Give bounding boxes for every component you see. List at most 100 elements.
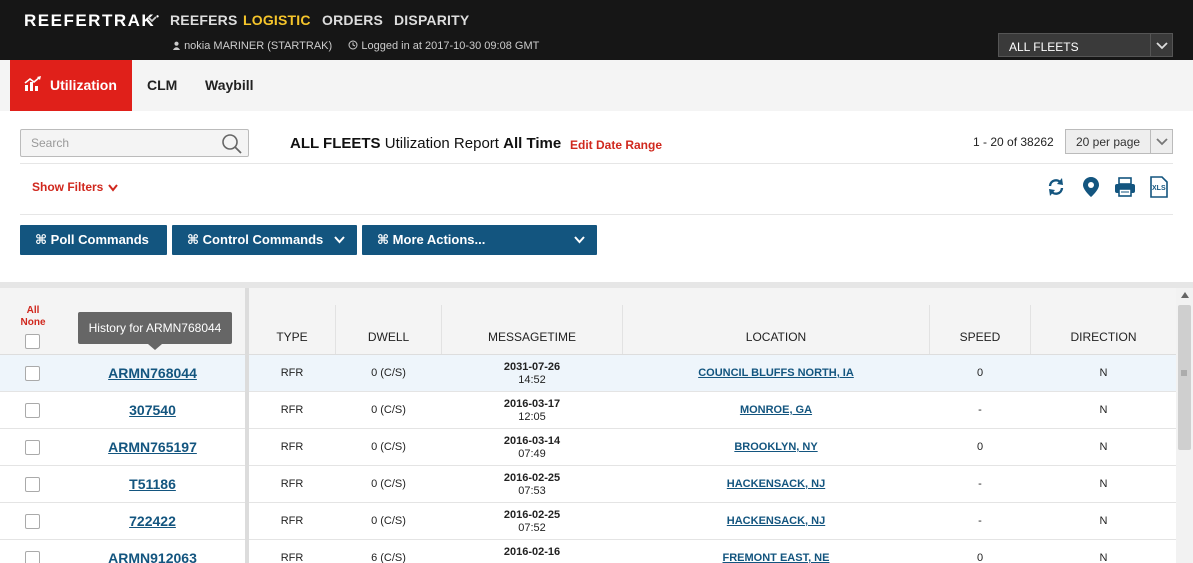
dwell-cell: 0 (C/S) <box>371 404 406 416</box>
scroll-up-arrow-icon[interactable] <box>1181 292 1189 298</box>
refresh-icon[interactable] <box>1044 175 1068 199</box>
report-title: ALL FLEETS Utilization Report All Time <box>290 135 561 152</box>
per-page-toggle[interactable] <box>1150 130 1172 153</box>
row-checkbox[interactable] <box>25 366 40 381</box>
row-checkbox[interactable] <box>25 477 40 492</box>
chart-icon <box>24 76 41 91</box>
location-link[interactable]: COUNCIL BLUFFS NORTH, IA <box>623 367 929 379</box>
select-none-link[interactable]: None <box>19 317 47 329</box>
report-range: All Time <box>503 135 562 152</box>
brand-name: REEFERTRAK <box>24 11 156 30</box>
column-header-speed[interactable]: SPEED <box>930 330 1030 344</box>
row-checkbox[interactable] <box>25 514 40 529</box>
scrollbar-thumb[interactable] <box>1178 305 1191 450</box>
show-filters-toggle[interactable]: Show Filters <box>32 180 119 194</box>
speed-cell: 0 <box>976 441 984 453</box>
divider <box>20 214 1173 215</box>
nav-orders[interactable]: ORDERS <box>322 12 383 28</box>
type-cell: RFR <box>280 367 304 379</box>
message-date: 2031-07-26 <box>503 361 561 373</box>
table-header-right <box>249 288 1176 355</box>
unit-id-link[interactable]: ARMN768044 <box>60 365 245 381</box>
message-time: 14:52 <box>518 374 546 386</box>
clock-icon <box>348 40 358 50</box>
tab-waybill[interactable]: Waybill <box>205 60 254 111</box>
per-page-value: 20 per page <box>1076 135 1141 149</box>
message-time: 07:53 <box>518 485 546 497</box>
map-pin-icon[interactable] <box>1079 175 1103 199</box>
unit-id-link[interactable]: 307540 <box>60 402 245 418</box>
search-icon[interactable] <box>220 132 244 156</box>
dwell-cell: 6 (C/S) <box>371 552 406 563</box>
row-checkbox[interactable] <box>25 551 40 563</box>
tab-utilization[interactable]: Utilization <box>10 60 132 111</box>
column-header-dwell[interactable]: DWELL <box>336 330 441 344</box>
messagetime-cell: 2031-07-26 14:52 <box>442 361 622 387</box>
direction-cell: N <box>1099 478 1108 490</box>
fleet-select-toggle[interactable] <box>1150 34 1172 56</box>
brand-logo[interactable]: REEFERTRAK• <box>24 11 160 31</box>
nav-reefers[interactable]: REEFERS <box>170 12 238 28</box>
dwell-cell: 0 (C/S) <box>371 367 406 379</box>
select-all-none: All None <box>19 305 47 329</box>
column-header-messagetime[interactable]: MESSAGETIME <box>442 330 622 344</box>
message-time: 07:49 <box>518 448 546 460</box>
messagetime-cell: 2016-03-14 07:49 <box>442 435 622 461</box>
nav-disparity[interactable]: DISPARITY <box>394 12 469 28</box>
message-date: 2016-02-16 <box>503 546 561 558</box>
chevron-down-icon <box>108 184 119 192</box>
speed-cell: - <box>978 478 982 490</box>
select-all-link[interactable]: All <box>19 305 47 317</box>
unit-id-link[interactable]: ARMN912063 <box>60 550 245 563</box>
direction-cell: N <box>1099 515 1108 527</box>
user-icon <box>172 41 181 50</box>
message-date: 2016-03-17 <box>503 398 561 410</box>
poll-commands-button[interactable]: ⌘ Poll Commands <box>20 225 167 255</box>
column-header-location[interactable]: LOCATION <box>623 330 929 344</box>
more-actions-label: ⌘ More Actions... <box>377 232 486 247</box>
location-link[interactable]: HACKENSACK, NJ <box>623 478 929 490</box>
column-header-type[interactable]: TYPE <box>249 330 335 344</box>
message-time: 07:52 <box>518 522 546 534</box>
search-input[interactable] <box>21 130 211 156</box>
unit-id-link[interactable]: 722422 <box>60 513 245 529</box>
print-icon[interactable] <box>1113 175 1137 199</box>
report-name: Utilization Report <box>384 135 499 152</box>
show-filters-label: Show Filters <box>32 180 104 194</box>
xls-export-icon[interactable]: XLS <box>1146 175 1170 199</box>
location-link[interactable]: FREMONT EAST, NE <box>623 552 929 563</box>
tab-clm[interactable]: CLM <box>147 60 177 111</box>
fleet-select[interactable]: ALL FLEETS <box>998 33 1173 57</box>
location-link[interactable]: BROOKLYN, NY <box>623 441 929 453</box>
chevron-down-icon <box>574 236 585 244</box>
type-cell: RFR <box>280 404 304 416</box>
location-link[interactable]: MONROE, GA <box>623 404 929 416</box>
chevron-down-icon <box>1156 42 1168 50</box>
unit-id-link[interactable]: T51186 <box>60 476 245 492</box>
message-time: 12:05 <box>518 411 546 423</box>
type-cell: RFR <box>280 515 304 527</box>
direction-cell: N <box>1099 404 1108 416</box>
row-checkbox[interactable] <box>25 440 40 455</box>
location-link[interactable]: HACKENSACK, NJ <box>623 515 929 527</box>
control-commands-label: ⌘ Control Commands <box>187 232 324 247</box>
messagetime-cell: 2016-02-25 07:53 <box>442 472 622 498</box>
top-bar: REEFERTRAK• REEFERS LOGISTIC ORDERS DISP… <box>0 0 1193 60</box>
divider <box>20 163 1173 164</box>
column-header-direction[interactable]: DIRECTION <box>1031 330 1176 344</box>
control-commands-button[interactable]: ⌘ Control Commands <box>172 225 357 255</box>
speed-cell: 0 <box>976 367 984 379</box>
row-checkbox[interactable] <box>25 403 40 418</box>
chevron-down-icon[interactable] <box>147 14 157 24</box>
select-all-checkbox[interactable] <box>25 334 40 349</box>
per-page-select[interactable]: 20 per page <box>1065 129 1173 154</box>
unit-id-link[interactable]: ARMN765197 <box>60 439 245 455</box>
type-cell: RFR <box>280 478 304 490</box>
message-date: 2016-02-25 <box>503 472 561 484</box>
edit-date-range-link[interactable]: Edit Date Range <box>570 138 662 152</box>
poll-commands-label: ⌘ Poll Commands <box>35 232 149 247</box>
search-box <box>20 129 249 157</box>
nav-logistic[interactable]: LOGISTIC <box>243 12 311 28</box>
more-actions-button[interactable]: ⌘ More Actions... <box>362 225 597 255</box>
dwell-cell: 0 (C/S) <box>371 441 406 453</box>
